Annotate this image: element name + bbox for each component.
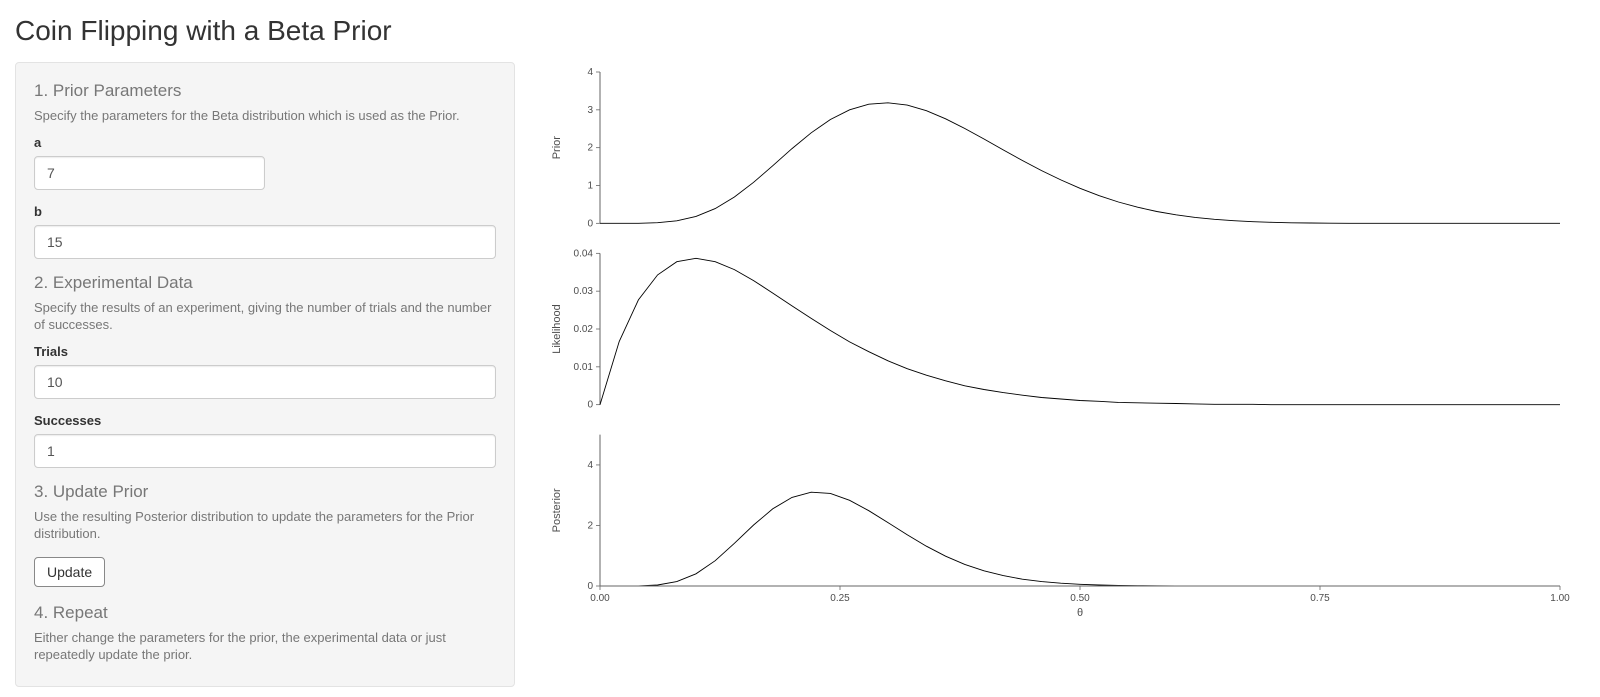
svg-text:0.01: 0.01 [574,362,594,373]
section4-help: Either change the parameters for the pri… [34,629,496,664]
svg-text:2: 2 [587,143,593,154]
svg-text:0.03: 0.03 [574,286,594,297]
svg-text:4: 4 [587,67,593,78]
svg-text:0.02: 0.02 [574,324,594,335]
svg-text:0.75: 0.75 [1310,593,1330,604]
section2-title: 2. Experimental Data [34,273,496,293]
svg-text:0.25: 0.25 [830,593,850,604]
page-title: Coin Flipping with a Beta Prior [15,15,1585,47]
svg-text:0.50: 0.50 [1070,593,1090,604]
svg-text:θ: θ [1077,607,1083,619]
a-label: a [34,135,496,150]
section3-help: Use the resulting Posterior distribution… [34,508,496,543]
trials-field[interactable] [34,365,496,399]
a-field[interactable] [34,156,265,190]
controls-panel: 1. Prior Parameters Specify the paramete… [15,62,515,687]
trials-label: Trials [34,344,496,359]
svg-text:0: 0 [587,218,593,229]
svg-text:1: 1 [587,181,593,192]
b-label: b [34,204,496,219]
successes-label: Successes [34,413,496,428]
svg-text:3: 3 [587,105,593,116]
svg-text:Likelihood: Likelihood [551,304,563,354]
section2-help: Specify the results of an experiment, gi… [34,299,496,334]
svg-text:2: 2 [587,520,593,531]
svg-text:0: 0 [587,400,593,411]
b-field[interactable] [34,225,496,259]
svg-text:1.00: 1.00 [1550,593,1570,604]
plot-output: 0 1 2 3 4 Prior 0 0.01 0.02 0.03 0.04 Likelihood 0 2 4… [530,62,1585,687]
svg-text:Prior: Prior [551,136,563,160]
svg-text:0.04: 0.04 [574,248,594,259]
section1-title: 1. Prior Parameters [34,81,496,101]
section4-title: 4. Repeat [34,603,496,623]
update-button[interactable]: Update [34,557,105,587]
successes-field[interactable] [34,434,496,468]
section3-title: 3. Update Prior [34,482,496,502]
svg-text:0.00: 0.00 [590,593,610,604]
section1-help: Specify the parameters for the Beta dist… [34,107,496,125]
plots-svg: 0 1 2 3 4 Prior 0 0.01 0.02 0.03 0.04 Likelihood 0 2 4… [530,66,1580,626]
svg-text:Posterior: Posterior [551,488,563,532]
svg-text:0: 0 [587,581,593,592]
svg-text:4: 4 [587,460,593,471]
